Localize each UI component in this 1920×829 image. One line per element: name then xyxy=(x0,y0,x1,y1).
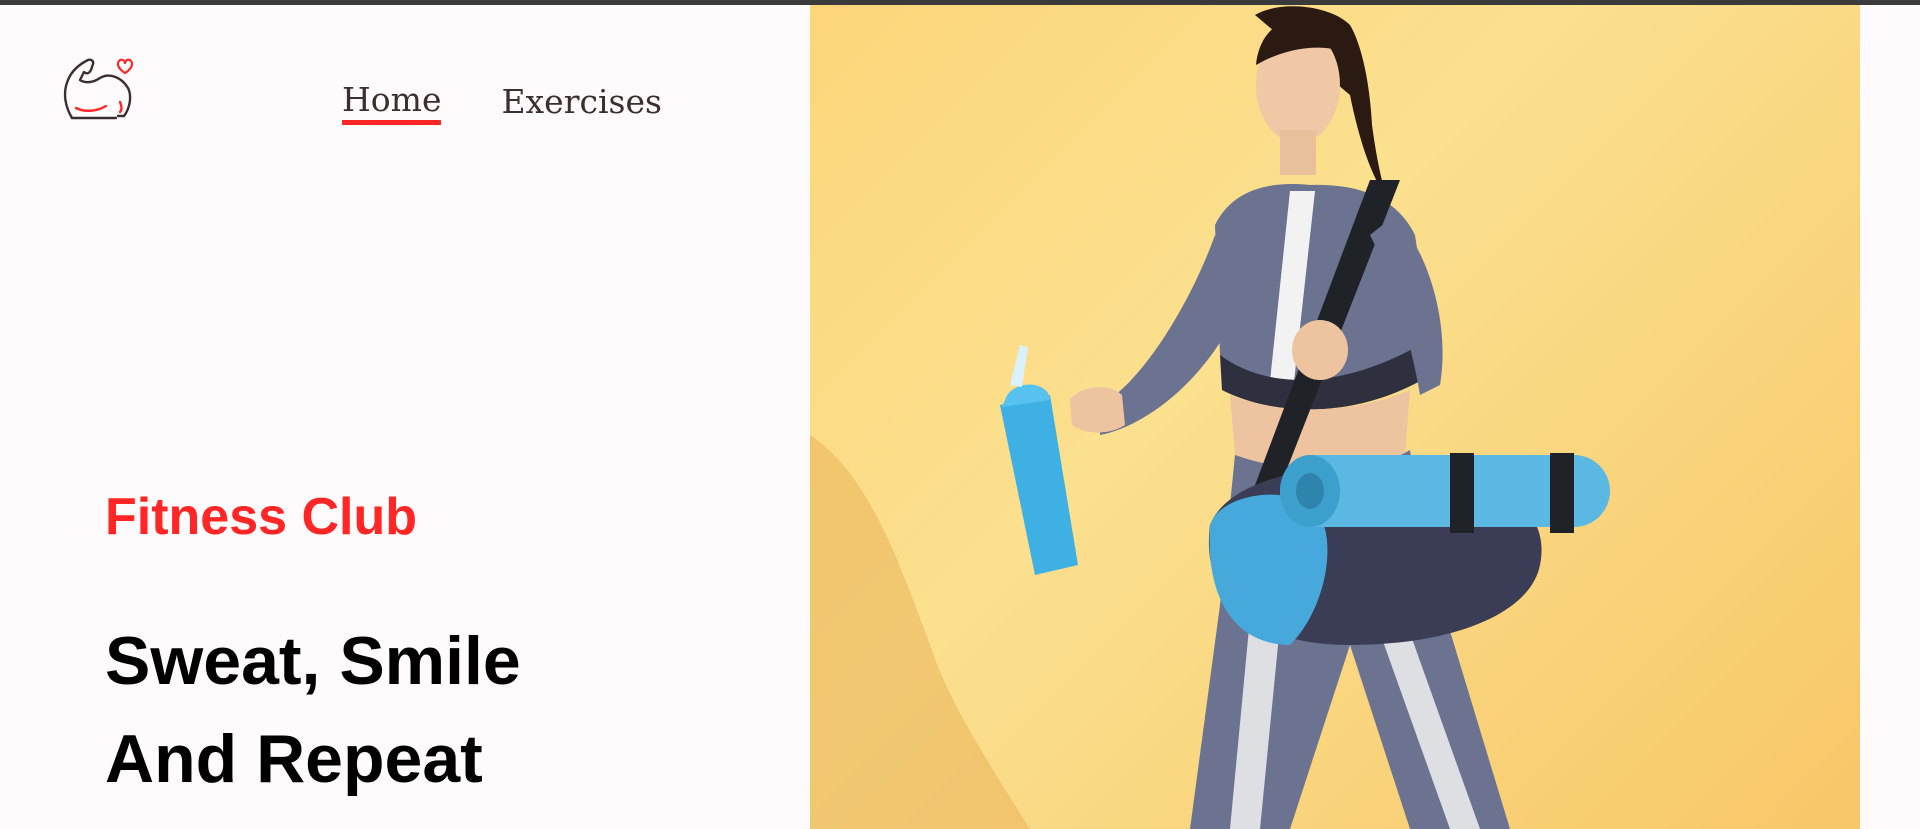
flexed-arm-heart-icon xyxy=(63,58,134,120)
logo[interactable] xyxy=(58,50,134,126)
hero-tagline: Fitness Club xyxy=(105,488,418,546)
nav-exercises[interactable]: Exercises xyxy=(501,80,661,125)
hero-headline-line-1: Sweat, Smile xyxy=(105,623,521,699)
hero-banner-image xyxy=(810,5,1860,829)
hero-text: Fitness Club Sweat, Smile And Repeat xyxy=(105,487,521,797)
woman-with-yoga-mat-and-shaker-photo xyxy=(810,6,1610,829)
right-edge-margin xyxy=(1860,5,1920,829)
nav-home[interactable]: Home xyxy=(342,80,442,125)
main-nav: Home Exercises xyxy=(342,80,662,125)
hero-headline-line-2: And Repeat xyxy=(105,721,483,797)
hero-headline: Sweat, Smile And Repeat xyxy=(105,612,705,808)
